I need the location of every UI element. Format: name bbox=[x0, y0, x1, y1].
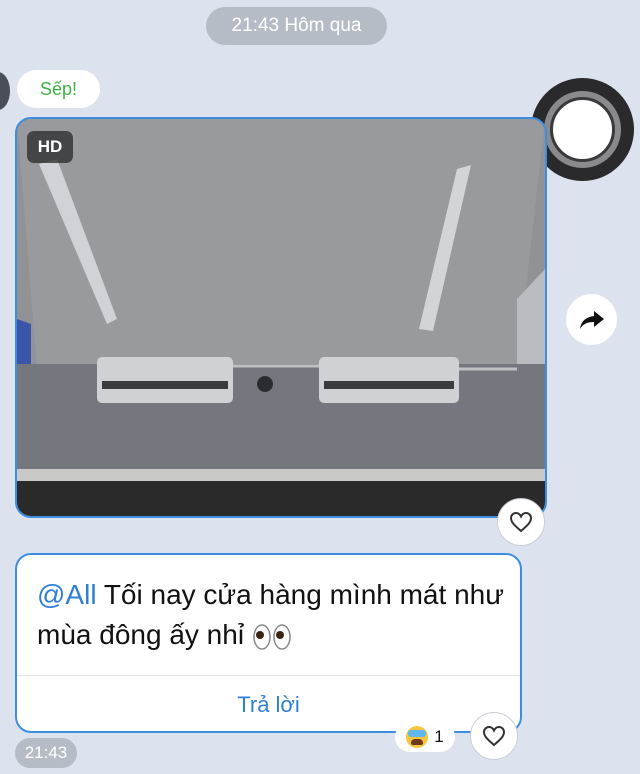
message-time: 21:43 bbox=[15, 738, 77, 768]
sender-name[interactable]: Sếp! bbox=[17, 70, 100, 108]
air-conditioner-photo bbox=[17, 119, 545, 516]
like-photo-button[interactable] bbox=[497, 498, 545, 546]
share-arrow-icon bbox=[579, 310, 604, 329]
reaction-count: 1 bbox=[434, 727, 444, 746]
share-button[interactable] bbox=[566, 294, 617, 345]
heart-icon bbox=[509, 511, 533, 533]
avatar[interactable] bbox=[0, 72, 10, 110]
date-header: 21:43 Hôm qua bbox=[206, 7, 387, 45]
reaction-badge[interactable]: 1 bbox=[395, 722, 455, 752]
mention-all[interactable]: @All bbox=[37, 579, 97, 610]
crying-face-icon bbox=[406, 726, 429, 748]
message-body: @All Tối nay cửa hàng mình mát như mùa đ… bbox=[37, 575, 507, 655]
record-ring-icon bbox=[544, 91, 621, 168]
text-message[interactable]: @All Tối nay cửa hàng mình mát như mùa đ… bbox=[15, 553, 522, 733]
heart-icon bbox=[482, 725, 506, 747]
photo-message[interactable]: HD bbox=[15, 117, 547, 518]
hd-badge: HD bbox=[27, 131, 73, 163]
eyes-icon bbox=[253, 623, 291, 650]
like-message-button[interactable] bbox=[470, 712, 518, 760]
